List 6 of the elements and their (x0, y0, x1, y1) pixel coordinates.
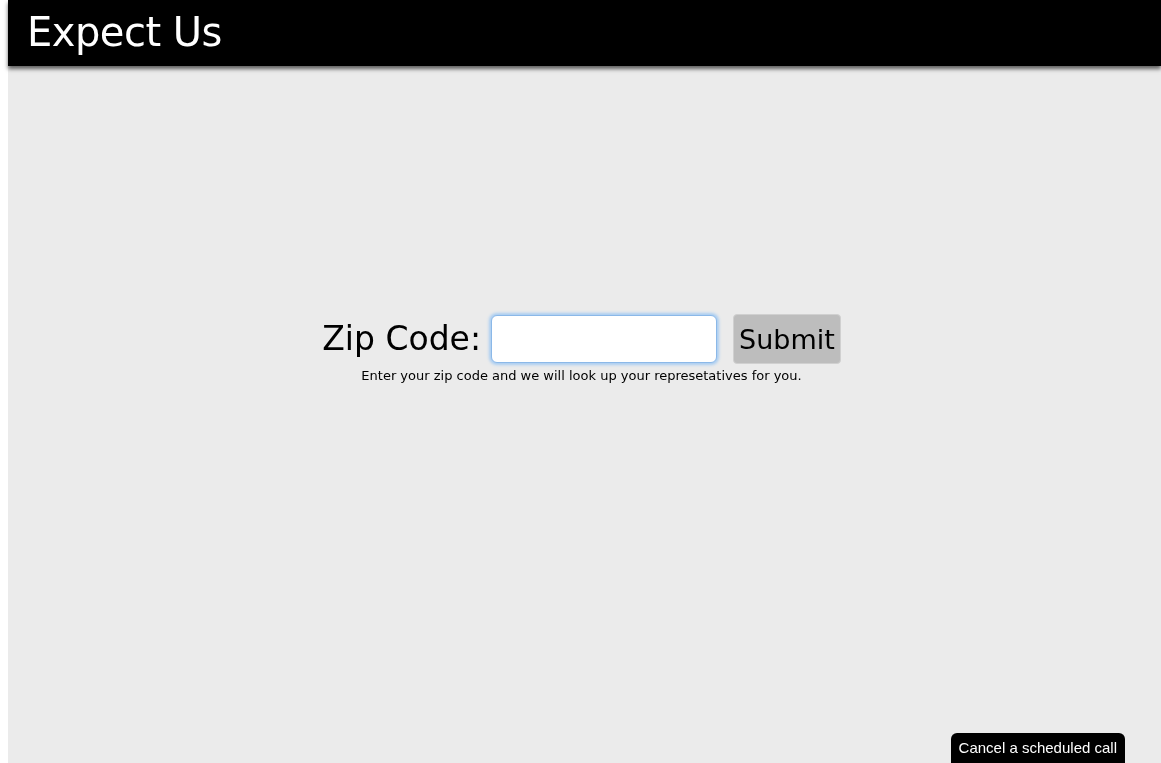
field-label: Zip Code: (322, 319, 481, 359)
zip-code-field[interactable] (491, 315, 717, 363)
help-text: Enter your zip code and we will look up your represetatives for you. (361, 368, 802, 383)
cancel-call-tab[interactable]: Cancel a scheduled call (950, 733, 1125, 763)
submit-button[interactable]: Submit (733, 314, 841, 364)
site-title: Expect Us (26, 8, 222, 55)
